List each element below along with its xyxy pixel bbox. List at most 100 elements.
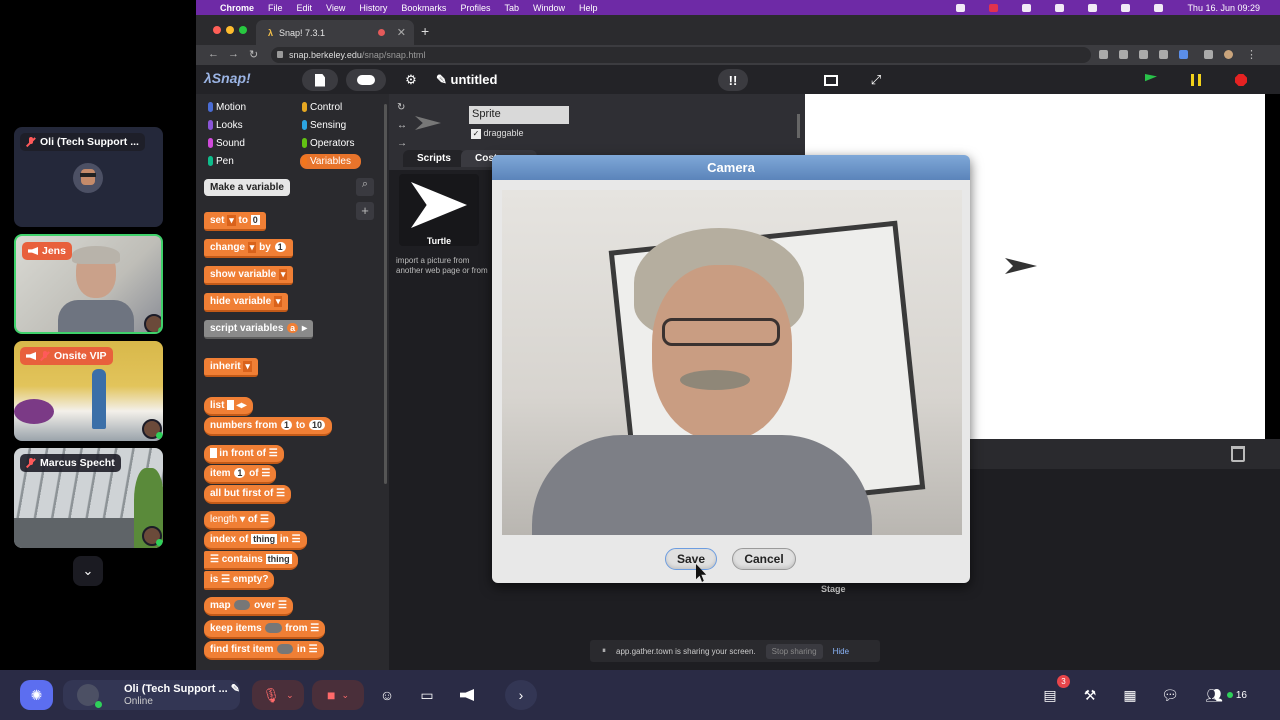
menubar-clock[interactable]: Thu 16. Jun 09:29 [1187, 3, 1260, 13]
settings-button[interactable]: ⚙ [396, 69, 426, 91]
upload-icon[interactable] [1159, 50, 1168, 59]
close-tab-icon[interactable]: ✕ [397, 26, 406, 39]
block-change-variable[interactable]: change ▾ by 1 [204, 239, 293, 258]
value-slot[interactable]: 1 [281, 420, 293, 430]
moon-icon[interactable] [1055, 3, 1065, 12]
menu-window[interactable]: Window [533, 3, 565, 13]
stop-sharing-button[interactable]: Stop sharing [765, 643, 823, 659]
search-blocks-button[interactable]: ⌕ [356, 178, 374, 196]
expand-toolbar-button[interactable]: › [505, 680, 537, 710]
block-hide-variable[interactable]: hide variable ▾ [204, 293, 289, 312]
screen-share-button[interactable]: ▭ [412, 680, 442, 710]
add-block-button[interactable]: + [356, 202, 374, 220]
search-icon[interactable] [1154, 3, 1164, 12]
block-in-front-of[interactable]: in front of ☰ [204, 445, 284, 464]
participants-button[interactable]: 👥︎ 16 [1196, 680, 1256, 710]
category-sensing[interactable]: Sensing [300, 118, 356, 133]
dropdown-slot[interactable]: ▾ [227, 215, 236, 226]
menu-file[interactable]: File [268, 3, 283, 13]
make-variable-button[interactable]: Make a variable [204, 179, 290, 196]
ring-slot[interactable] [277, 644, 294, 654]
category-motion[interactable]: Motion [206, 100, 256, 115]
dropbox-icon[interactable] [956, 3, 966, 12]
trash-icon[interactable] [1231, 446, 1245, 462]
bluetooth-icon[interactable] [1088, 3, 1098, 12]
wifi-icon[interactable] [1121, 3, 1131, 12]
block-show-variable[interactable]: show variable ▾ [204, 266, 294, 285]
back-icon[interactable]: ← [208, 48, 219, 60]
menu-view[interactable]: View [326, 3, 345, 13]
dropdown-slot[interactable]: ▾ [243, 361, 252, 372]
value-slot[interactable] [210, 448, 217, 458]
video-tile-jens[interactable]: Jens [14, 234, 163, 334]
gather-menu-button[interactable]: ✺ [20, 680, 53, 710]
sprite-bar-scrollbar[interactable] [797, 114, 800, 138]
value-slot[interactable]: 1 [274, 242, 286, 252]
save-button[interactable]: Save [665, 548, 717, 570]
block-list[interactable]: list ◂▸ [204, 397, 253, 416]
profile-avatar[interactable] [1224, 50, 1233, 59]
address-bar[interactable]: snap.berkeley.edu/snap/snap.html [271, 47, 1091, 63]
file-menu-button[interactable] [302, 69, 338, 91]
value-slot[interactable]: thing [265, 554, 292, 564]
close-window-button[interactable] [213, 26, 221, 34]
minimize-window-button[interactable] [226, 26, 234, 34]
camera-toggle[interactable]: ■ ⌄ [312, 680, 364, 710]
hide-banner-button[interactable]: Hide [833, 647, 849, 656]
block-length-of[interactable]: length ▾ of ☰ [204, 511, 276, 530]
block-keep-items[interactable]: keep items from ☰ [204, 620, 326, 639]
block-index-of[interactable]: index of thing in ☰ [204, 531, 307, 550]
maximize-window-button[interactable] [239, 26, 247, 34]
variable-slot[interactable]: a [287, 323, 299, 333]
video-tile-marcus[interactable]: Marcus Specht [14, 448, 163, 548]
edit-pencil-icon[interactable]: ✎ [231, 683, 240, 695]
block-find-first-item[interactable]: find first item in ☰ [204, 641, 324, 660]
block-contains[interactable]: ☰ contains thing [204, 551, 298, 570]
microphone-toggle[interactable]: 🎙︎ ⌄ [252, 680, 304, 710]
more-menu-icon[interactable]: ⋮ [1246, 48, 1257, 61]
menu-profiles[interactable]: Profiles [460, 3, 490, 13]
category-control[interactable]: Control [300, 100, 352, 115]
calendar-button[interactable]: ▦ [1116, 680, 1144, 710]
value-slot[interactable]: 1 [234, 468, 246, 478]
category-variables[interactable]: Variables [300, 154, 361, 169]
menu-history[interactable]: History [359, 3, 387, 13]
costume-turtle[interactable]: Turtle [399, 174, 479, 246]
tray-icon[interactable] [989, 3, 999, 12]
sidepanel-icon[interactable] [1204, 50, 1213, 59]
cloud-icon[interactable] [1022, 3, 1032, 12]
bookmark-star-icon[interactable] [1179, 50, 1188, 59]
block-script-variables[interactable]: script variables a ▸ [204, 320, 313, 339]
menu-help[interactable]: Help [579, 3, 598, 13]
block-inherit[interactable]: inherit ▾ [204, 358, 258, 377]
stage-size-button[interactable] [816, 69, 846, 91]
unused-blocks-button[interactable]: !! [718, 69, 748, 91]
category-pen[interactable]: Pen [206, 154, 244, 169]
notifications-button[interactable]: ▤ 3 [1036, 675, 1070, 710]
new-tab-button[interactable]: + [421, 23, 429, 39]
cancel-button[interactable]: Cancel [732, 548, 796, 570]
ring-slot[interactable] [234, 600, 251, 610]
browser-tab[interactable]: λ Snap! 7.3.1 ✕ [256, 20, 414, 45]
share-icon[interactable] [1119, 50, 1128, 59]
megaphone-button[interactable] [452, 680, 482, 710]
value-slot[interactable] [227, 400, 234, 410]
zoom-icon[interactable] [1139, 50, 1148, 59]
forward-icon[interactable]: → [228, 48, 239, 60]
menu-edit[interactable]: Edit [297, 3, 313, 13]
build-tool-button[interactable]: ⚒ [1076, 680, 1104, 710]
chat-button[interactable]: 💬︎ [1156, 680, 1184, 710]
value-slot[interactable]: 0 [250, 215, 260, 225]
ring-slot[interactable] [265, 623, 282, 633]
block-map[interactable]: map over ☰ [204, 597, 294, 616]
palette-scrollbar[interactable] [384, 104, 387, 484]
category-operators[interactable]: Operators [300, 136, 364, 151]
menu-bookmarks[interactable]: Bookmarks [401, 3, 446, 13]
rotation-style-buttons[interactable]: ↻ ↔ → [397, 99, 407, 153]
block-is-empty[interactable]: is ☰ empty? [204, 571, 275, 590]
category-sound[interactable]: Sound [206, 136, 255, 151]
stop-button[interactable] [1226, 69, 1256, 91]
tab-scripts[interactable]: Scripts [403, 150, 465, 167]
dropdown-slot[interactable]: ▾ [247, 242, 257, 253]
fullscreen-button[interactable]: ⤢ [861, 69, 891, 91]
